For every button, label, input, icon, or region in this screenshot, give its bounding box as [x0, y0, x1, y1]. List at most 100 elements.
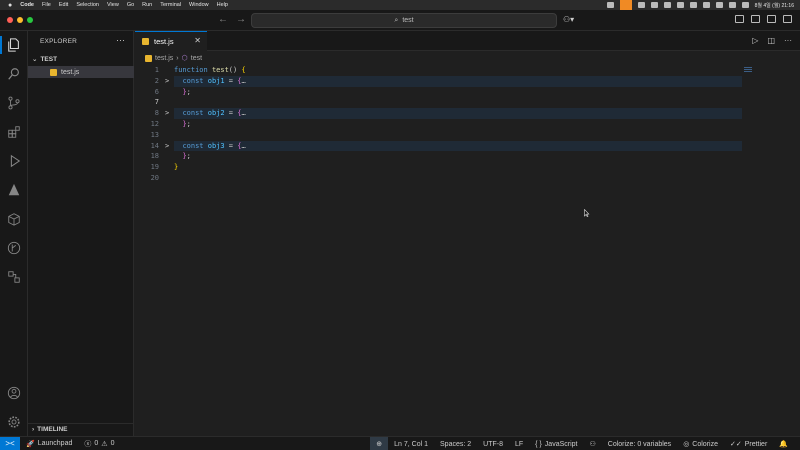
fold-chevron-icon[interactable]: >	[165, 108, 169, 119]
search-icon[interactable]	[7, 67, 21, 81]
search-icon[interactable]	[728, 2, 736, 8]
run-debug-icon[interactable]	[7, 154, 21, 168]
forward-arrow-icon[interactable]: →	[236, 14, 246, 25]
app-tray-icon[interactable]	[619, 0, 632, 10]
menu-view[interactable]: View	[107, 2, 119, 8]
close-window-button[interactable]	[7, 17, 13, 23]
encoding-status[interactable]: UTF-8	[477, 437, 509, 450]
menu-go[interactable]: Go	[127, 2, 134, 8]
colorize-status[interactable]: ◎ Colorize	[677, 437, 724, 450]
source-control-icon[interactable]	[7, 96, 21, 110]
colorize-variables-status[interactable]: Colorize: 0 variables	[602, 437, 677, 450]
warning-icon: ⚠	[101, 440, 108, 448]
fullscreen-window-button[interactable]	[27, 17, 33, 23]
menu-terminal[interactable]: Terminal	[160, 2, 181, 8]
tab-label: test.js	[154, 37, 174, 46]
explorer-icon[interactable]	[7, 38, 21, 52]
code-line[interactable]: 6 };	[135, 87, 800, 98]
close-icon[interactable]: ✕	[194, 36, 201, 45]
notifications-status[interactable]: 🔔	[773, 437, 794, 450]
tab-test-js[interactable]: test.js ✕	[135, 31, 207, 51]
code-line[interactable]: 14 > const obj3 = {…	[135, 140, 800, 152]
menu-app-code[interactable]: Code	[20, 2, 34, 8]
customize-layout-icon[interactable]	[735, 15, 744, 23]
package-icon[interactable]	[7, 212, 21, 226]
problems-status[interactable]: ⓧ 0 ⚠ 0	[78, 437, 120, 450]
minimize-window-button[interactable]	[17, 17, 23, 23]
code-line[interactable]: 19 }	[135, 162, 800, 173]
sticky-icon[interactable]	[663, 2, 671, 8]
breadcrumb-file[interactable]: test.js	[155, 55, 173, 62]
minimap[interactable]	[744, 67, 752, 73]
breadcrumb-symbol[interactable]: test	[191, 55, 202, 62]
wifi-icon[interactable]	[715, 2, 723, 8]
javascript-file-icon	[142, 38, 149, 45]
copilot-icon: ⚇	[589, 441, 596, 448]
minimap-line	[744, 67, 752, 68]
apple-icon[interactable]: ●	[8, 2, 12, 9]
timeline-section[interactable]: › TIMELINE	[28, 423, 134, 435]
launchpad-status[interactable]: 🚀 Launchpad	[20, 437, 78, 450]
code-line-current[interactable]: 7	[135, 97, 800, 108]
code-line[interactable]: 18 };	[135, 151, 800, 162]
code-line[interactable]: 12 };	[135, 119, 800, 130]
code-line[interactable]: 1 function test() {	[135, 65, 800, 76]
mic-icon[interactable]	[689, 2, 697, 8]
zoom-status[interactable]: ⊕	[370, 437, 389, 450]
rocket-icon: 🚀	[26, 440, 35, 448]
wand-icon[interactable]	[637, 2, 645, 8]
shield-icon[interactable]	[676, 2, 684, 8]
input-source-icon[interactable]	[702, 2, 710, 8]
toggle-secondary-sidebar-icon[interactable]	[783, 15, 792, 23]
code-line[interactable]: 20	[135, 173, 800, 184]
menu-edit[interactable]: Edit	[59, 2, 68, 8]
language-mode[interactable]: { } JavaScript	[529, 437, 583, 450]
run-icon[interactable]: ▷	[752, 36, 758, 45]
git-graph-icon[interactable]	[7, 241, 21, 255]
note-icon[interactable]	[650, 2, 658, 8]
mouse-pointer-icon	[584, 209, 590, 217]
braces-icon: { }	[535, 440, 542, 448]
copilot-status[interactable]: ⚇	[583, 437, 601, 450]
menu-selection[interactable]: Selection	[76, 2, 99, 8]
remote-indicator[interactable]: ><	[0, 436, 20, 450]
copilot-icon[interactable]: ⚇▾	[563, 15, 574, 24]
back-arrow-icon[interactable]: ←	[218, 14, 228, 25]
more-actions-icon[interactable]: ···	[784, 36, 792, 45]
chevron-down-icon: ⌄	[32, 56, 38, 63]
fold-chevron-icon[interactable]: >	[165, 76, 169, 87]
deploy-icon[interactable]	[7, 183, 21, 197]
split-editor-icon[interactable]: ◫	[767, 36, 775, 45]
more-actions-icon[interactable]: ···	[116, 35, 125, 45]
indentation-status[interactable]: Spaces: 2	[434, 437, 477, 450]
activity-bar	[0, 31, 28, 436]
status-right: ⊕ Ln 7, Col 1 Spaces: 2 UTF-8 LF { } Jav…	[370, 437, 794, 450]
control-center-icon[interactable]	[741, 2, 749, 8]
code-editor[interactable]: 1 function test() { 2 > const obj1 = {… …	[135, 65, 800, 184]
line-number: 12	[150, 119, 159, 128]
code-line[interactable]: 8 > const obj2 = {…	[135, 108, 800, 119]
menu-help[interactable]: Help	[217, 2, 228, 8]
remote-explorer-icon[interactable]	[7, 270, 21, 284]
code-line[interactable]: 2 > const obj1 = {…	[135, 75, 800, 87]
command-center-search[interactable]: ⌕ test	[251, 13, 557, 28]
prettier-status[interactable]: ✓✓ Prettier	[724, 437, 773, 450]
account-icon[interactable]	[7, 386, 21, 400]
fold-chevron-icon[interactable]: >	[165, 141, 169, 152]
cursor-position[interactable]: Ln 7, Col 1	[388, 437, 434, 450]
menu-run[interactable]: Run	[142, 2, 152, 8]
menu-file[interactable]: File	[42, 2, 51, 8]
record-icon[interactable]	[606, 2, 614, 8]
code-text: const obj2 = {…	[182, 109, 246, 118]
extensions-icon[interactable]	[7, 125, 21, 139]
menu-window[interactable]: Window	[189, 2, 209, 8]
clock[interactable]: 8월 4일 (월) 21:16	[755, 2, 794, 9]
settings-gear-icon[interactable]	[7, 415, 21, 429]
file-test-js[interactable]: test.js	[28, 66, 134, 78]
code-line[interactable]: 13	[135, 130, 800, 141]
toggle-primary-sidebar-icon[interactable]	[751, 15, 760, 23]
folder-test[interactable]: ⌄ TEST	[28, 53, 134, 65]
error-count: 0	[94, 440, 99, 447]
toggle-panel-icon[interactable]	[767, 15, 776, 23]
eol-status[interactable]: LF	[509, 437, 529, 450]
